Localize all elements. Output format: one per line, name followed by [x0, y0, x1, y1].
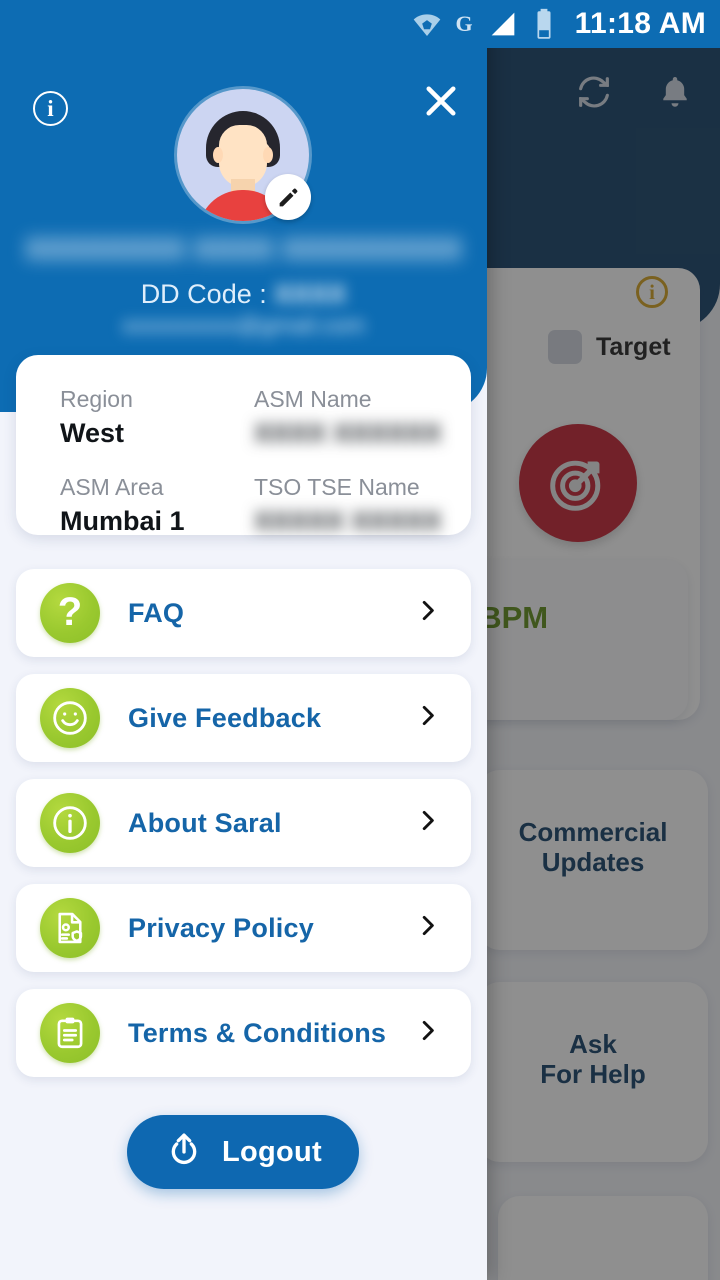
network-type-label: G	[455, 11, 473, 36]
menu-item-label: Terms & Conditions	[128, 1017, 387, 1048]
status-bar-time: 11:18 AM	[574, 7, 706, 40]
profile-info-card: Region West ASM Name XXXX XXXXXX ASM Area Mum…	[16, 355, 471, 536]
info-cell-asm-name: ASM Name XXXX XXXXXX	[254, 385, 448, 451]
menu-item-give-feedback[interactable]: Give Feedback	[16, 674, 471, 762]
avatar[interactable]	[177, 89, 311, 221]
clipboard-icon	[40, 1003, 100, 1063]
question-mark-icon: ?	[40, 583, 100, 643]
info-cell-tso-tse-name: TSO TSE Name XXXXX XXXXX	[254, 473, 448, 539]
status-bar: G 11:18 AM	[0, 0, 720, 48]
dd-code-value: XXXX	[274, 279, 347, 309]
info-cell-value: XXXXX XXXXX	[254, 505, 442, 536]
info-cell-asm-area: ASM Area Mumbai 1	[60, 473, 254, 539]
chevron-right-icon[interactable]	[415, 913, 441, 944]
drawer-menu: ? FAQ Give Feedback About Saral Privacy Poli…	[16, 569, 471, 1094]
user-name: XXXXXXXX XXXX XXXXXXXXX	[25, 233, 462, 266]
menu-item-terms-conditions[interactable]: Terms & Conditions	[16, 989, 471, 1077]
app-screen: nth i Target * Net BPM yout CommercialUp…	[0, 0, 720, 1280]
signal-icon	[487, 8, 519, 40]
chevron-right-icon[interactable]	[415, 598, 441, 629]
power-exit-icon	[164, 1130, 204, 1175]
logout-button[interactable]: Logout	[127, 1115, 359, 1189]
menu-item-label: Give Feedback	[128, 702, 322, 733]
info-cell-region: Region West	[60, 385, 254, 451]
menu-item-faq[interactable]: ? FAQ	[16, 569, 471, 657]
menu-item-label: Privacy Policy	[128, 912, 314, 943]
info-cell-value: Mumbai 1	[60, 505, 185, 536]
close-icon[interactable]	[418, 78, 464, 124]
info-cell-value: XXXX XXXXXX	[254, 417, 442, 448]
info-circle-icon	[40, 793, 100, 853]
info-icon[interactable]: i	[33, 91, 68, 126]
info-cell-label: ASM Area	[60, 473, 164, 500]
info-cell-label: Region	[60, 386, 133, 412]
battery-icon	[531, 7, 557, 41]
profile-drawer: i XXXXXXXX XXXX XXXXXXXXX DD Code: XXXX…	[0, 0, 487, 1280]
wifi-icon	[410, 7, 444, 41]
menu-item-about-saral[interactable]: About Saral	[16, 779, 471, 867]
menu-item-label: About Saral	[128, 807, 282, 838]
menu-item-label: FAQ	[128, 597, 185, 628]
smiley-face-icon	[40, 688, 100, 748]
dd-code-label: DD Code :	[140, 279, 267, 309]
user-email: xxxxxxxxxx@gmail.com	[121, 312, 366, 338]
info-cell-value: West	[60, 417, 125, 448]
chevron-right-icon[interactable]	[415, 808, 441, 839]
info-cell-label: TSO TSE Name	[254, 473, 420, 500]
info-cell-label: ASM Name	[254, 386, 372, 412]
dd-code-row: DD Code : XXXX	[0, 279, 487, 310]
menu-item-privacy-policy[interactable]: Privacy Policy	[16, 884, 471, 972]
edit-pencil-icon[interactable]	[265, 174, 311, 220]
chevron-right-icon[interactable]	[415, 703, 441, 734]
chevron-right-icon[interactable]	[415, 1018, 441, 1049]
privacy-document-icon	[40, 898, 100, 958]
logout-label: Logout	[221, 1135, 323, 1168]
